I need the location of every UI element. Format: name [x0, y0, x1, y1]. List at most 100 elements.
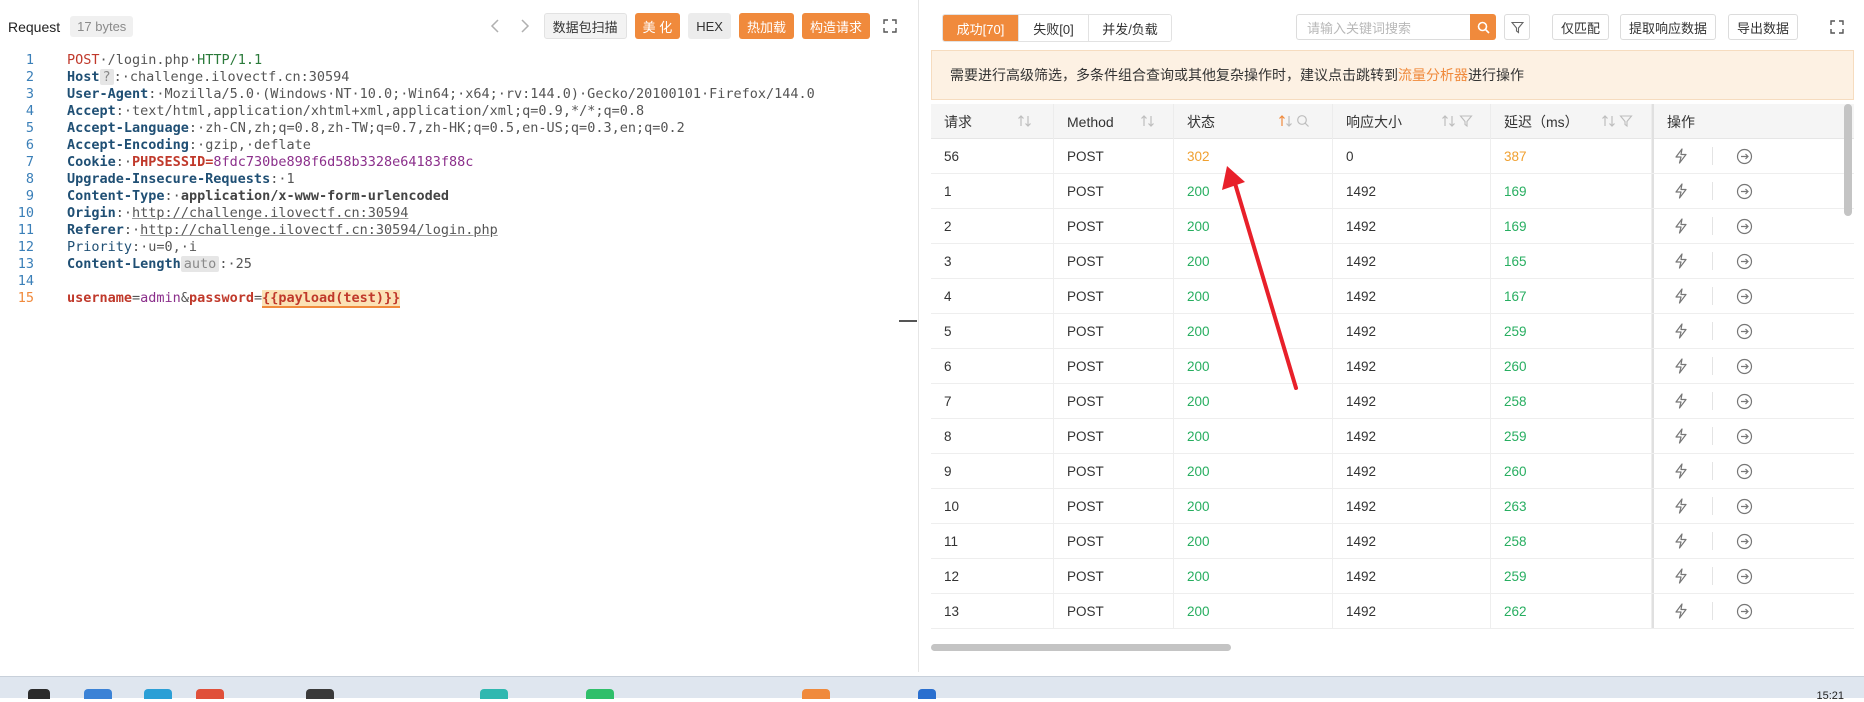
request-editor[interactable]: 1 POST·/login.php·HTTP/1.1 2 Host?:·chal… — [0, 50, 920, 670]
header-value: u=0,·i — [148, 239, 198, 255]
lightning-icon[interactable] — [1672, 252, 1690, 270]
table-row[interactable]: 10 POST 200 1492 263 — [931, 489, 1854, 524]
table-row[interactable]: 3 POST 200 1492 165 — [931, 244, 1854, 279]
table-row[interactable]: 2 POST 200 1492 169 — [931, 209, 1854, 244]
payload-marker[interactable]: {{payload(test)}} — [262, 290, 401, 308]
line-number: 6 — [25, 137, 34, 153]
table-row[interactable]: 56 POST 302 0 387 — [931, 139, 1854, 174]
tab-success[interactable]: 成功[70] — [943, 15, 1019, 41]
table-row[interactable]: 13 POST 200 1492 262 — [931, 594, 1854, 629]
lightning-icon[interactable] — [1672, 567, 1690, 585]
sort-icon[interactable] — [1601, 114, 1617, 131]
cell-request-id: 5 — [931, 314, 1054, 348]
filter-icon[interactable] — [1459, 114, 1473, 131]
hot-reload-button[interactable]: 热加载 — [738, 13, 794, 39]
table-row[interactable]: 12 POST 200 1492 259 — [931, 559, 1854, 594]
filter-icon[interactable] — [1619, 114, 1633, 131]
match-only-button[interactable]: 仅匹配 — [1552, 14, 1610, 40]
line-number: 12 — [17, 239, 34, 255]
tab-failed[interactable]: 失败[0] — [1019, 15, 1089, 41]
sort-icon[interactable] — [1441, 114, 1457, 131]
arrow-circle-right-icon[interactable] — [1735, 532, 1753, 550]
export-data-button[interactable]: 导出数据 — [1728, 14, 1799, 40]
header-value: application/x-www-form-urlencoded — [180, 188, 450, 204]
lightning-icon[interactable] — [1672, 532, 1690, 550]
vertical-scrollbar[interactable] — [1844, 104, 1852, 216]
expand-icon[interactable] — [878, 13, 902, 39]
lightning-icon[interactable] — [1672, 287, 1690, 305]
arrow-circle-right-icon[interactable] — [1735, 217, 1753, 235]
col-delay[interactable]: 延迟（ms） — [1491, 104, 1652, 139]
referer-link[interactable]: http://challenge.ilovectf.cn:30594/login… — [140, 222, 498, 238]
lightning-icon[interactable] — [1672, 357, 1690, 375]
arrow-circle-right-icon[interactable] — [1735, 427, 1753, 445]
sort-icon[interactable] — [1017, 114, 1033, 131]
cell-method: POST — [1054, 244, 1174, 278]
line-number: 15 — [17, 290, 34, 306]
chevron-left-icon[interactable] — [484, 13, 506, 39]
arrow-circle-right-icon[interactable] — [1735, 252, 1753, 270]
splitter-handle[interactable] — [899, 320, 917, 322]
filter-icon[interactable] — [1504, 14, 1530, 40]
beautify-button[interactable]: 美 化 — [634, 13, 681, 39]
lightning-icon[interactable] — [1672, 462, 1690, 480]
arrow-circle-right-icon[interactable] — [1735, 392, 1753, 410]
arrow-circle-right-icon[interactable] — [1735, 357, 1753, 375]
cell-status: 200 — [1174, 209, 1333, 243]
arrow-circle-right-icon[interactable] — [1735, 462, 1753, 480]
arrow-circle-right-icon[interactable] — [1735, 322, 1753, 340]
arrow-circle-right-icon[interactable] — [1735, 287, 1753, 305]
build-request-button[interactable]: 构造请求 — [801, 13, 870, 39]
expand-icon[interactable] — [1824, 14, 1850, 40]
lightning-icon[interactable] — [1672, 392, 1690, 410]
sort-icon[interactable] — [1140, 114, 1156, 131]
sort-icon[interactable] — [1278, 114, 1294, 131]
horizontal-scrollbar-thumb[interactable] — [931, 644, 1231, 651]
row-actions — [1652, 279, 1854, 313]
cell-size: 1492 — [1333, 349, 1491, 383]
lightning-icon[interactable] — [1672, 322, 1690, 340]
arrow-circle-right-icon[interactable] — [1735, 497, 1753, 515]
lightning-icon[interactable] — [1672, 602, 1690, 620]
extract-response-button[interactable]: 提取响应数据 — [1620, 14, 1717, 40]
search-icon[interactable] — [1470, 14, 1496, 40]
lightning-icon[interactable] — [1672, 497, 1690, 515]
col-request[interactable]: 请求 — [931, 104, 1054, 139]
cell-request-id: 4 — [931, 279, 1054, 313]
col-status[interactable]: 状态 — [1174, 104, 1333, 139]
arrow-circle-right-icon[interactable] — [1735, 602, 1753, 620]
arrow-circle-right-icon[interactable] — [1735, 182, 1753, 200]
packet-scan-button[interactable]: 数据包扫描 — [543, 13, 627, 39]
action-divider — [1712, 252, 1713, 270]
lightning-icon[interactable] — [1672, 217, 1690, 235]
chevron-right-icon[interactable] — [514, 13, 536, 39]
search-icon[interactable] — [1296, 114, 1310, 131]
origin-link[interactable]: http://challenge.ilovectf.cn:30594 — [132, 205, 408, 221]
auto-tag[interactable]: auto — [180, 256, 220, 272]
col-size[interactable]: 响应大小 — [1333, 104, 1491, 139]
arrow-circle-right-icon[interactable] — [1735, 147, 1753, 165]
host-hint-tag[interactable]: ? — [99, 69, 114, 85]
table-row[interactable]: 7 POST 200 1492 258 — [931, 384, 1854, 419]
table-row[interactable]: 4 POST 200 1492 167 — [931, 279, 1854, 314]
table-row[interactable]: 9 POST 200 1492 260 — [931, 454, 1854, 489]
table-row[interactable]: 5 POST 200 1492 259 — [931, 314, 1854, 349]
table-row[interactable]: 11 POST 200 1492 258 — [931, 524, 1854, 559]
pane-divider[interactable] — [918, 0, 919, 672]
horizontal-scrollbar[interactable] — [931, 642, 1854, 652]
arrow-circle-right-icon[interactable] — [1735, 567, 1753, 585]
cell-status: 200 — [1174, 174, 1333, 208]
line-number: 8 — [25, 171, 34, 187]
hex-button[interactable]: HEX — [688, 13, 731, 39]
search-input[interactable]: 请输入关键词搜索 — [1296, 14, 1494, 40]
lightning-icon[interactable] — [1672, 182, 1690, 200]
traffic-analyzer-link[interactable]: 流量分析器 — [1398, 65, 1468, 85]
table-row[interactable]: 8 POST 200 1492 259 — [931, 419, 1854, 454]
cell-method: POST — [1054, 209, 1174, 243]
tab-concurrency[interactable]: 并发/负载 — [1089, 15, 1171, 41]
col-method[interactable]: Method — [1054, 104, 1174, 139]
lightning-icon[interactable] — [1672, 427, 1690, 445]
table-row[interactable]: 1 POST 200 1492 169 — [931, 174, 1854, 209]
table-row[interactable]: 6 POST 200 1492 260 — [931, 349, 1854, 384]
lightning-icon[interactable] — [1672, 147, 1690, 165]
